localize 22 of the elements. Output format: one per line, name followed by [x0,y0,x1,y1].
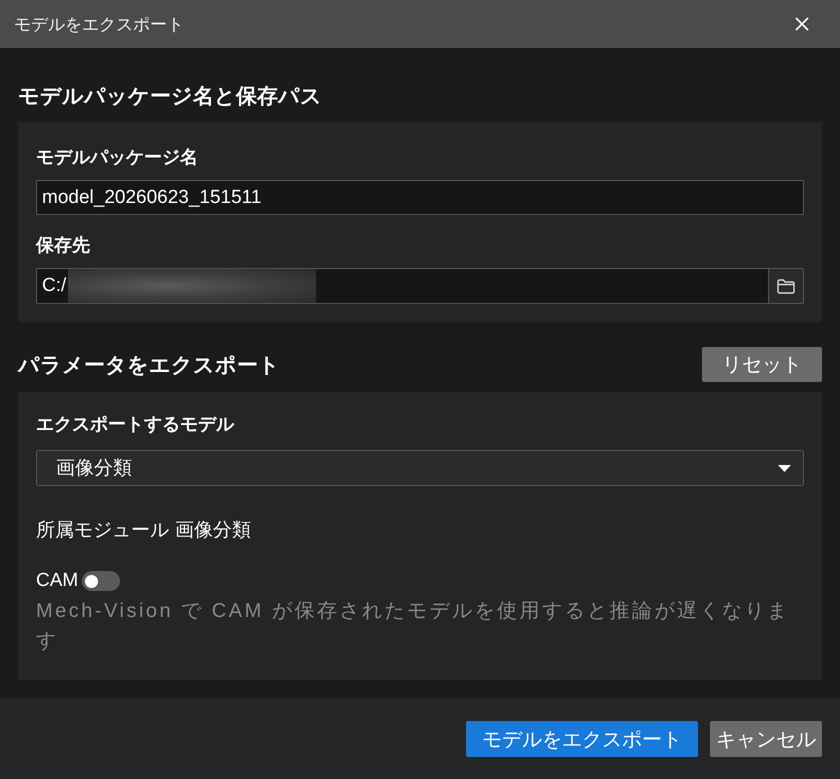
field-label: 保存先 [36,234,90,257]
section-heading: パラメータをエクスポート [18,352,280,378]
save-path-field[interactable]: C:/ [36,268,769,304]
module-value: 画像分類 [175,519,251,543]
module-label: 所属モジュール [36,519,169,543]
model-dropdown[interactable]: 画像分類 [36,450,804,486]
package-name-field[interactable]: model_20260623_151511 [36,180,804,215]
toggle-label: CAM [36,569,78,593]
export-button[interactable]: モデルをエクスポート [466,721,698,757]
section-heading: モデルパッケージ名と保存パス [18,84,322,110]
close-button[interactable] [795,17,809,31]
caret-icon [778,464,791,472]
close-icon [795,17,809,31]
field-label: モデルパッケージ名 [36,146,198,169]
reset-button[interactable]: リセット [702,347,822,382]
window-title: モデルをエクスポート [14,14,184,36]
folder-icon [777,278,795,294]
field-label: エクスポートするモデル [36,413,234,436]
cam-toggle[interactable] [82,571,120,591]
browse-button[interactable] [768,268,804,304]
cancel-button[interactable]: キャンセル [710,721,822,757]
hint-text: Mech-Vision で CAM が保存されたモデルを使用すると推論が遅くなります [36,599,790,654]
